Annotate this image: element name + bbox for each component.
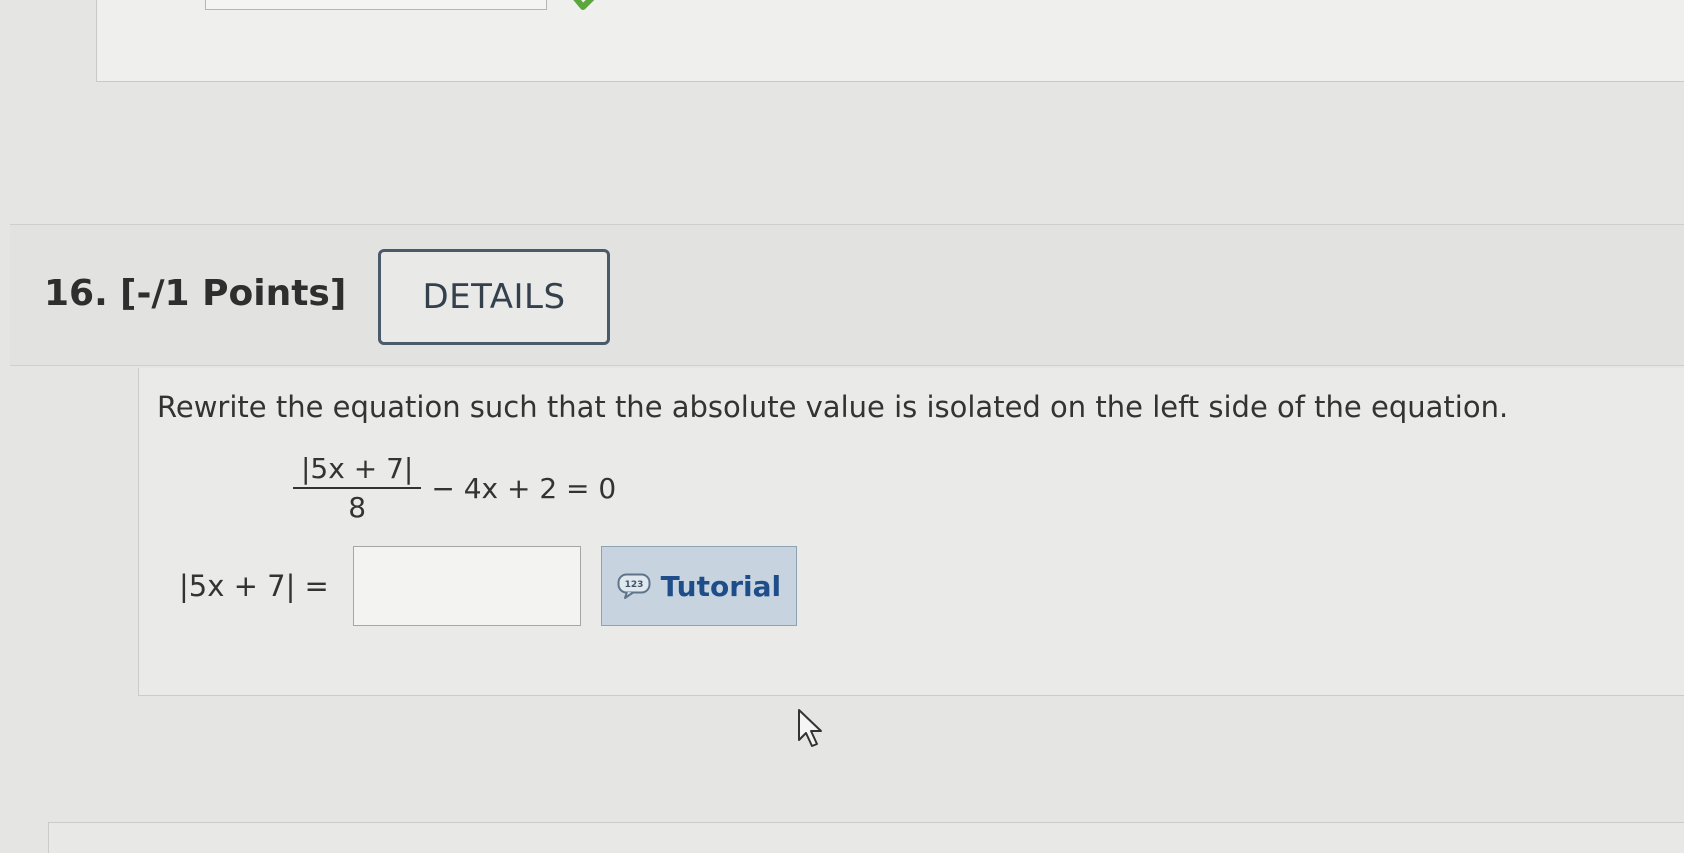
tutorial-speech-bubble-icon: 123 [617, 573, 651, 599]
equation: |5x + 7| 8 − 4x + 2 = 0 [293, 452, 616, 524]
svg-text:123: 123 [624, 580, 643, 590]
question-prompt: Rewrite the equation such that the absol… [157, 390, 1509, 424]
question-points: [-/1 Points] [120, 273, 347, 314]
fraction-denominator: 8 [348, 491, 367, 524]
previous-answer-field[interactable] [205, 0, 547, 10]
mouse-pointer-icon [798, 709, 822, 747]
fraction-numerator: |5x + 7| [293, 452, 422, 489]
question-body: Rewrite the equation such that the absol… [138, 368, 1684, 696]
equation-rest: − 4x + 2 = 0 [431, 471, 617, 505]
question-number: 16. [44, 273, 108, 314]
question-header: 16. [-/1 Points] DETAILS [10, 224, 1684, 366]
check-icon [573, 0, 595, 10]
next-question-card [48, 822, 1684, 853]
equation-fraction: |5x + 7| 8 [293, 452, 422, 524]
answer-input[interactable] [352, 546, 581, 626]
answer-label: |5x + 7| = [179, 569, 329, 603]
tutorial-button[interactable]: 123 Tutorial [600, 546, 797, 626]
answer-row: |5x + 7| = 123 Tutorial [179, 546, 797, 626]
tutorial-label: Tutorial [660, 569, 782, 603]
details-button[interactable]: DETAILS [378, 249, 610, 345]
previous-question-card [96, 0, 1684, 82]
